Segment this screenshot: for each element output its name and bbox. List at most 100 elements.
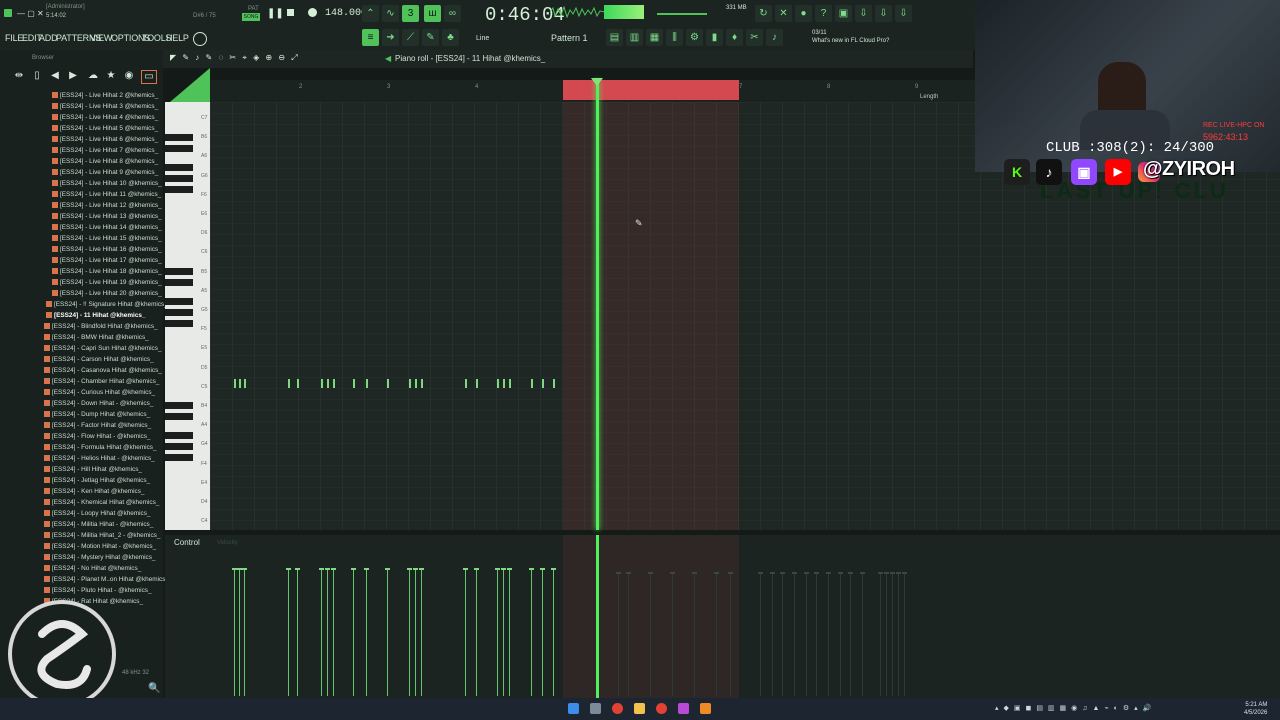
slide-icon[interactable]: ⟋	[402, 29, 419, 46]
note[interactable]	[239, 379, 241, 388]
velocity-handle[interactable]	[692, 572, 697, 574]
browser-item[interactable]: [ESS24] - Live Hihat 6 @khemics_	[52, 134, 158, 145]
browser-item[interactable]: [ESS24] - Live Hihat 19 @khemics_	[52, 277, 162, 288]
browser-item[interactable]: [ESS24] - Chamber Hihat @khemics_	[44, 376, 159, 387]
note[interactable]	[503, 379, 505, 388]
velocity-bar[interactable]	[794, 572, 795, 696]
black-key[interactable]	[165, 402, 193, 409]
browser-item[interactable]: [ESS24] - Blindfold Hihat @khemics_	[44, 321, 158, 332]
wait-input-icon[interactable]: ∿	[382, 5, 399, 22]
velocity-bar[interactable]	[628, 572, 629, 696]
velocity-bar[interactable]	[828, 572, 829, 696]
browser-item[interactable]: [ESS24] - Helios Hihat - @khemics_	[44, 453, 155, 464]
velocity-handle[interactable]	[890, 572, 895, 574]
help-icon[interactable]: ?	[815, 5, 832, 22]
windows-start-icon[interactable]	[568, 703, 579, 714]
browser-item[interactable]: [ESS24] - Live Hihat 15 @khemics_	[52, 233, 162, 244]
browser-item[interactable]: [ESS24] - Khemical Hihat @khemics_	[44, 497, 159, 508]
velocity-handle[interactable]	[295, 568, 300, 570]
velocity-bar[interactable]	[650, 572, 651, 696]
browser-item[interactable]: [ESS24] - Planet M..on Hihat @khemics_	[44, 574, 169, 585]
black-key[interactable]	[165, 454, 193, 461]
note[interactable]	[387, 379, 389, 388]
browser-item[interactable]: [ESS24] - !! Signature Hihat @khemics_	[46, 299, 168, 310]
velocity-handle[interactable]	[896, 572, 901, 574]
velocity-bar[interactable]	[366, 568, 367, 696]
velocity-bar[interactable]	[760, 572, 761, 696]
chrome-2-icon[interactable]	[656, 703, 667, 714]
velocity-bar[interactable]	[898, 572, 899, 696]
pattern-song-toggle-icon[interactable]: ≡	[362, 29, 379, 46]
piano-roll-icon[interactable]: ▥	[626, 29, 643, 46]
velocity-handle[interactable]	[540, 568, 545, 570]
velocity-handle[interactable]	[495, 568, 500, 570]
velocity-handle[interactable]	[616, 572, 621, 574]
black-key[interactable]	[165, 432, 193, 439]
black-key[interactable]	[165, 164, 193, 171]
browser-item[interactable]: [ESS24] - Ken Hihat @khemics_	[44, 486, 144, 497]
menu-help[interactable]: HELP	[166, 33, 189, 43]
note[interactable]	[421, 379, 423, 388]
velocity-bar[interactable]	[782, 572, 783, 696]
velocity-bar[interactable]	[415, 568, 416, 696]
download-icon[interactable]: ⇩	[855, 5, 872, 22]
browser-item[interactable]: [ESS24] - Carson Hihat @khemics_	[44, 354, 154, 365]
menu-file[interactable]: FILE	[5, 33, 23, 43]
browser-item[interactable]: [ESS24] - Live Hihat 3 @khemics_	[52, 101, 158, 112]
velocity-handle[interactable]	[884, 572, 889, 574]
stamp-icon[interactable]: ♣	[442, 29, 459, 46]
browser-item[interactable]: [ESS24] - Live Hihat 12 @khemics_	[52, 200, 162, 211]
file-icon[interactable]: ▯	[30, 70, 44, 82]
browser-item[interactable]: [ESS24] - Militia Hihat_2 - @khemics_	[44, 530, 160, 541]
loop-region[interactable]	[563, 80, 739, 100]
velocity-handle[interactable]	[319, 568, 324, 570]
velocity-bar[interactable]	[387, 568, 388, 696]
note[interactable]	[476, 379, 478, 388]
menu-add[interactable]: ADD	[39, 33, 58, 43]
velocity-handle[interactable]	[728, 572, 733, 574]
velocity-handle[interactable]	[626, 572, 631, 574]
pause-icon[interactable]: ❚❚	[267, 8, 284, 19]
black-key[interactable]	[165, 309, 193, 316]
chrome-icon[interactable]	[612, 703, 623, 714]
note[interactable]	[321, 379, 323, 388]
velocity-handle[interactable]	[670, 572, 675, 574]
browser-item[interactable]: [ESS24] - Dump Hihat @khemics_	[44, 409, 150, 420]
countdown-icon[interactable]: 3	[402, 5, 419, 22]
velocity-handle[interactable]	[838, 572, 843, 574]
velocity-bar[interactable]	[694, 572, 695, 696]
velocity-bar[interactable]	[509, 568, 510, 696]
browser-item[interactable]: [ESS24] - Factor Hihat @khemics_	[44, 420, 151, 431]
velocity-handle[interactable]	[758, 572, 763, 574]
news-text[interactable]: What's new in FL Cloud Pro?	[812, 38, 892, 44]
browser-item[interactable]: [ESS24] - Flow Hihat - @khemics_	[44, 431, 150, 442]
browser-item[interactable]: [ESS24] - Live Hihat 4 @khemics_	[52, 112, 158, 123]
velocity-handle[interactable]	[860, 572, 865, 574]
task-view-icon[interactable]	[590, 703, 601, 714]
menu-view[interactable]: VIEW	[90, 33, 112, 43]
velocity-handle[interactable]	[648, 572, 653, 574]
app-icon[interactable]	[678, 703, 689, 714]
note[interactable]	[327, 379, 329, 388]
note[interactable]	[465, 379, 467, 388]
velocity-handle[interactable]	[474, 568, 479, 570]
note[interactable]	[366, 379, 368, 388]
cpu-icon[interactable]: ↻	[755, 5, 772, 22]
note[interactable]	[509, 379, 511, 388]
save-icon[interactable]: ▣	[835, 5, 852, 22]
browser-item[interactable]: [ESS24] - Hill Hihat @khemics_	[44, 464, 142, 475]
note[interactable]	[497, 379, 499, 388]
note[interactable]	[409, 379, 411, 388]
browser-icon[interactable]: ▮	[706, 29, 723, 46]
velocity-bar[interactable]	[234, 568, 235, 696]
browser-item[interactable]: [ESS24] - Live Hihat 14 @khemics_	[52, 222, 162, 233]
velocity-bar[interactable]	[886, 572, 887, 696]
velocity-bar[interactable]	[716, 572, 717, 696]
channel-rack-icon[interactable]: ▦	[646, 29, 663, 46]
velocity-handle[interactable]	[385, 568, 390, 570]
velocity-handle[interactable]	[529, 568, 534, 570]
velocity-bar[interactable]	[553, 568, 554, 696]
velocity-handle[interactable]	[848, 572, 853, 574]
black-key[interactable]	[165, 186, 193, 193]
velocity-bar[interactable]	[327, 568, 328, 696]
